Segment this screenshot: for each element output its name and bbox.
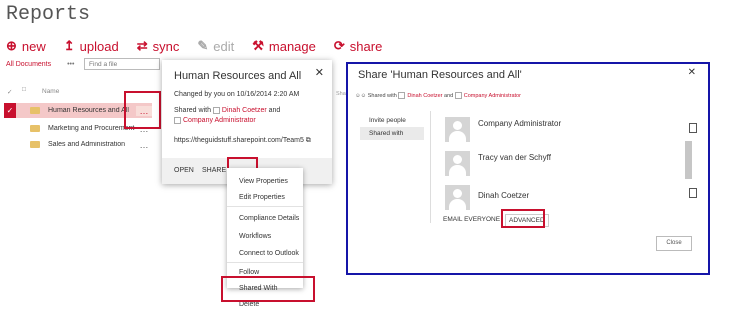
file-type-header-icon: □ <box>22 86 26 93</box>
person-name: Tracy van der Schyff <box>478 153 551 162</box>
share-action[interactable]: SHARE <box>202 167 226 174</box>
menu-item-compliance-details[interactable]: Compliance Details <box>239 215 299 222</box>
folder-icon <box>30 125 40 132</box>
tab-shared-with[interactable]: Shared with <box>360 127 424 140</box>
person-menu-icon[interactable] <box>689 188 697 198</box>
avatar <box>445 117 470 142</box>
avatar <box>445 151 470 176</box>
highlight-box <box>124 91 161 129</box>
view-selector: All Documents ••• <box>6 61 74 68</box>
close-button[interactable]: Close <box>656 236 692 251</box>
user-link[interactable]: Company Administrator <box>183 117 256 124</box>
close-icon[interactable]: ✕ <box>315 66 324 79</box>
wrench-icon: ⚒ <box>252 38 264 53</box>
menu-item-delete[interactable]: Delete <box>239 301 259 308</box>
email-everyone-link[interactable]: EMAIL EVERYONE <box>443 216 500 223</box>
user-link[interactable]: Dinah Coetzer <box>407 93 442 99</box>
list-item[interactable]: Tracy van der Schyff <box>445 151 551 176</box>
presence-icon <box>174 116 181 124</box>
callout-title: Human Resources and All <box>174 70 302 82</box>
share-dialog-title: Share 'Human Resources and All' <box>358 69 522 81</box>
copy-icon[interactable]: ⧉ <box>306 137 311 144</box>
list-item[interactable]: Sales and Administration … <box>4 137 152 152</box>
manage-button[interactable]: ⚒ manage <box>252 38 316 54</box>
pencil-icon: ✎ <box>197 38 209 53</box>
share-button[interactable]: ⟳ share <box>334 38 382 54</box>
people-list: Company Administrator Tracy van der Schy… <box>430 111 683 223</box>
menu-item-follow[interactable]: Follow <box>239 269 259 276</box>
upload-button[interactable]: ↥ upload <box>64 38 119 54</box>
callout-shared-with: Shared with Dinah Coetzer and Company Ad… <box>174 106 281 124</box>
select-all-check[interactable]: ✓ <box>7 88 12 96</box>
people-icon: ☺☺ <box>355 92 367 99</box>
menu-item-view-properties[interactable]: View Properties <box>239 178 288 185</box>
list-item[interactable]: Company Administrator <box>445 117 561 142</box>
callout-changed-text: Changed by you on 10/16/2014 2:20 AM <box>174 91 300 98</box>
share-tabs: Invite people Shared with <box>360 114 424 142</box>
item-menu-button[interactable]: … <box>136 140 152 150</box>
sync-button[interactable]: ⇄ sync <box>137 38 180 54</box>
presence-icon <box>398 92 406 99</box>
checkmark-icon[interactable]: ✓ <box>4 103 16 118</box>
item-name[interactable]: Human Resources and All <box>48 107 136 114</box>
plus-circle-icon: ⊕ <box>6 38 17 53</box>
page-title: Reports <box>6 3 91 26</box>
command-toolbar: ⊕ new ↥ upload ⇄ sync ✎ edit ⚒ manage ⟳ … <box>6 38 400 54</box>
presence-icon <box>454 92 462 99</box>
edit-button[interactable]: ✎ edit <box>197 38 234 54</box>
item-name[interactable]: Marketing and Procurement <box>48 125 136 132</box>
find-file-input[interactable]: Find a file <box>84 58 160 70</box>
presence-icon <box>212 106 220 114</box>
context-menu: View Properties Edit Properties Complian… <box>227 168 303 308</box>
person-name: Company Administrator <box>478 119 562 128</box>
document-url-field[interactable]: https://theguidstuff.sharepoint.com/Team… <box>174 137 311 145</box>
share-icon: ⟳ <box>333 38 345 53</box>
folder-icon <box>30 141 40 148</box>
menu-divider <box>227 262 303 263</box>
share-dialog-shared-with: ☺☺ Shared with Dinah Coetzer and Company… <box>355 92 521 99</box>
open-action[interactable]: OPEN <box>174 167 194 174</box>
list-item[interactable]: Dinah Coetzer <box>445 185 529 210</box>
new-button[interactable]: ⊕ new <box>6 38 46 54</box>
menu-item-connect-to-outlook[interactable]: Connect to Outlook <box>239 250 299 257</box>
menu-item-edit-properties[interactable]: Edit Properties <box>239 194 285 201</box>
share-dialog: Share 'Human Resources and All' ✕ ☺☺ Sha… <box>346 62 710 275</box>
person-name: Dinah Coetzer <box>478 191 530 200</box>
avatar <box>445 185 470 210</box>
upload-arrow-icon: ↥ <box>63 38 75 53</box>
tab-invite-people[interactable]: Invite people <box>360 114 424 127</box>
more-views-button[interactable]: ••• <box>67 61 74 68</box>
scrollbar[interactable] <box>685 141 692 179</box>
sync-icon: ⇄ <box>136 38 148 53</box>
all-documents-view[interactable]: All Documents <box>6 61 51 68</box>
menu-divider <box>227 206 303 207</box>
folder-icon <box>30 107 40 114</box>
item-name[interactable]: Sales and Administration <box>48 141 136 148</box>
highlight-box <box>501 209 545 228</box>
close-icon[interactable]: ✕ <box>688 67 696 78</box>
person-menu-icon[interactable] <box>689 123 697 133</box>
menu-item-workflows[interactable]: Workflows <box>239 233 271 240</box>
user-link[interactable]: Company Administrator <box>464 93 521 99</box>
highlight-box <box>221 276 315 302</box>
name-column-header[interactable]: Name <box>42 88 59 95</box>
user-link[interactable]: Dinah Coetzer <box>222 107 267 114</box>
